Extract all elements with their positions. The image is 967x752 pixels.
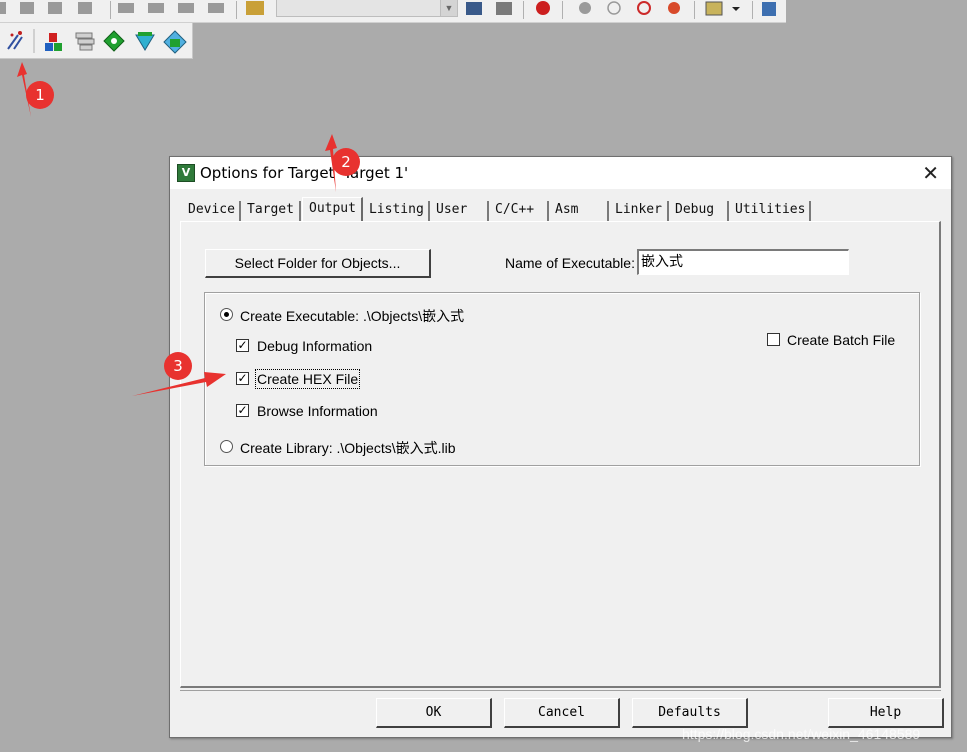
tab-debug[interactable]: Debug [669, 201, 729, 221]
debug-session-icon [536, 1, 550, 15]
unindent-icon [148, 3, 164, 13]
find-combo[interactable]: ▼ [276, 0, 458, 17]
uncomment-icon [208, 3, 224, 13]
clear-breakpoints-icon [637, 1, 651, 15]
debug-information-checkbox[interactable]: ✓ [236, 339, 249, 352]
dialog-title: Options for Target 'Target 1' [200, 164, 409, 182]
name-of-executable-label: Name of Executable: [505, 255, 635, 271]
toolbar-separator [562, 1, 563, 19]
toolbar-separator [694, 1, 695, 19]
tab-linker[interactable]: Linker [609, 201, 669, 221]
manage-project-icon [45, 33, 62, 51]
debug-information-label: Debug Information [257, 338, 373, 354]
find-in-files-icon [246, 1, 264, 15]
help-button[interactable]: Help [828, 698, 944, 728]
configure-icon [762, 2, 776, 16]
footer-divider [180, 690, 941, 691]
main-toolbar: ▼ [0, 0, 786, 23]
books-icon [75, 32, 95, 51]
output-options-group: Create Executable: .\Objects\嵌入式 ✓ Debug… [204, 292, 920, 466]
toolbar-separator [236, 1, 237, 19]
title-bar: V Options for Target 'Target 1' ✕ [170, 157, 951, 189]
create-library-label: Create Library: .\Objects\嵌入式.lib [240, 440, 456, 456]
close-icon[interactable]: ✕ [922, 161, 939, 185]
tab-asm[interactable]: Asm [549, 201, 609, 221]
ok-button[interactable]: OK [376, 698, 492, 728]
disable-breakpoint-icon [607, 1, 621, 15]
breakpoint-icon [579, 2, 591, 14]
create-executable-label: Create Executable: .\Objects\嵌入式 [240, 308, 465, 324]
annotation-badge-1: 1 [26, 81, 54, 109]
select-packs-icon [135, 32, 155, 51]
browse-information-label: Browse Information [257, 403, 378, 419]
output-tab-panel: Select Folder for Objects... Name of Exe… [180, 221, 941, 688]
indent-icon [118, 3, 134, 13]
cancel-button[interactable]: Cancel [504, 698, 620, 728]
tab-target[interactable]: Target [241, 201, 301, 221]
toolbar-step-out-icon [78, 2, 92, 14]
browse-information-checkbox[interactable]: ✓ [236, 404, 249, 417]
tab-output[interactable]: Output [302, 197, 363, 221]
create-batch-checkbox[interactable] [767, 333, 780, 346]
toolbar-separator [752, 1, 753, 19]
tab-utilities[interactable]: Utilities [729, 201, 811, 221]
window-icon [705, 1, 723, 16]
toolbar-step-over-icon [48, 2, 62, 14]
kill-breakpoints-icon [668, 2, 680, 14]
toolbar-partial-icon [0, 2, 6, 14]
find-icon [466, 2, 482, 15]
name-of-executable-input[interactable]: 嵌入式 [637, 249, 849, 275]
pack-installer-icon [103, 30, 125, 52]
watermark: https://blog.csdn.net/weixin_46148589 [682, 726, 921, 742]
annotation-badge-2: 2 [332, 148, 360, 176]
select-folder-button[interactable]: Select Folder for Objects... [205, 249, 431, 278]
tab-cpp[interactable]: C/C++ [489, 201, 549, 221]
target-options-icon [7, 31, 23, 50]
tab-listing[interactable]: Listing [363, 201, 430, 221]
build-toolbar-icons [7, 29, 187, 54]
annotation-badge-3: 3 [164, 352, 192, 380]
defaults-button[interactable]: Defaults [632, 698, 748, 728]
create-hex-label: Create HEX File [254, 369, 361, 389]
create-batch-label: Create Batch File [787, 332, 896, 348]
toolbar-step-icon [20, 2, 34, 14]
chevron-down-icon[interactable]: ▼ [440, 0, 457, 16]
chevron-down-icon [732, 7, 740, 11]
comment-icon [178, 3, 194, 13]
create-executable-radio[interactable] [220, 308, 233, 321]
build-toolbar [0, 23, 193, 59]
toolbar-separator [523, 1, 524, 19]
incremental-find-icon [496, 2, 512, 15]
run-time-environment-icon [163, 30, 187, 54]
keil-logo-icon: V [177, 164, 195, 182]
tab-user[interactable]: User [430, 201, 489, 221]
toolbar-separator [110, 1, 111, 19]
create-library-radio[interactable] [220, 440, 233, 453]
tab-device[interactable]: Device [182, 201, 241, 221]
options-for-target-dialog: V Options for Target 'Target 1' ✕ Device… [169, 156, 952, 738]
create-hex-checkbox[interactable]: ✓ [236, 372, 249, 385]
